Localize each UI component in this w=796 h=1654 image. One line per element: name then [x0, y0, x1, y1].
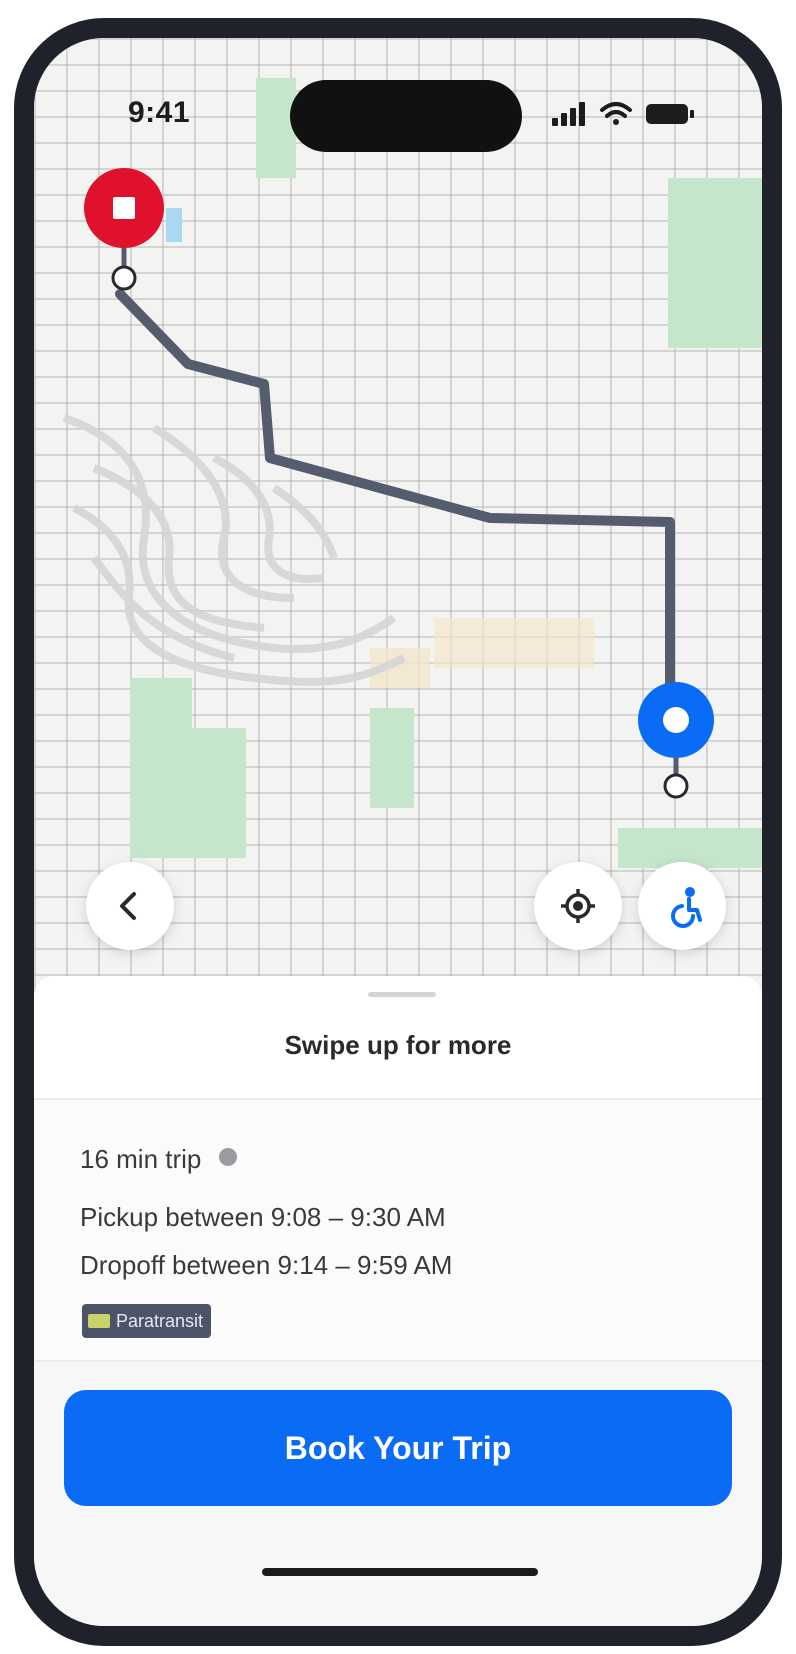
- trip-details: 16 min trip Pickup between 9:08 – 9:30 A…: [34, 1100, 762, 1362]
- service-badge: Paratransit: [82, 1304, 212, 1338]
- phone-frame: 9:41 Swipe up for more 16 min trip Picku…: [14, 18, 782, 1646]
- pickup-window: Pickup between 9:08 – 9:30 AM: [80, 1202, 446, 1232]
- status-icons: [552, 102, 694, 126]
- commercial-area: [434, 618, 594, 668]
- wifi-icon: [600, 102, 632, 125]
- park-area: [130, 678, 192, 858]
- back-button[interactable]: [86, 862, 174, 950]
- trip-duration-label: 16 min trip: [80, 1144, 202, 1174]
- park-area: [166, 208, 182, 242]
- home-indicator[interactable]: [262, 1568, 538, 1576]
- screen: 9:41 Swipe up for more 16 min trip Picku…: [34, 38, 762, 1626]
- curvy-streets: [62, 414, 406, 686]
- battery-icon: [646, 104, 694, 124]
- park-area: [668, 178, 762, 348]
- wheelchair-icon: [671, 887, 702, 928]
- status-time: 9:41: [128, 96, 191, 129]
- park-area: [256, 78, 296, 178]
- grab-handle[interactable]: [368, 992, 436, 997]
- sheet-header: Swipe up for more: [34, 976, 762, 1100]
- swipe-hint: Swipe up for more: [284, 1030, 512, 1060]
- cellular-signal-icon: [552, 102, 585, 126]
- dropoff-window: Dropoff between 9:14 – 9:59 AM: [80, 1250, 453, 1280]
- card-icon: [88, 1314, 110, 1328]
- service-badge-label: Paratransit: [116, 1310, 204, 1331]
- dropoff-marker: [84, 168, 164, 291]
- pickup-marker: [638, 682, 714, 799]
- dynamic-island: [290, 80, 522, 152]
- chevron-left-icon: [120, 892, 136, 920]
- crosshair-icon: [561, 889, 595, 923]
- recenter-button[interactable]: [534, 862, 622, 950]
- park-area: [370, 708, 414, 808]
- info-icon[interactable]: [219, 1147, 238, 1166]
- park-area: [190, 728, 246, 858]
- accessibility-button[interactable]: [638, 862, 726, 950]
- book-trip-button[interactable]: Book Your Trip: [64, 1390, 732, 1506]
- trip-duration: 16 min trip: [80, 1144, 238, 1175]
- bottom-sheet[interactable]: Swipe up for more 16 min trip Pickup bet…: [34, 976, 762, 1626]
